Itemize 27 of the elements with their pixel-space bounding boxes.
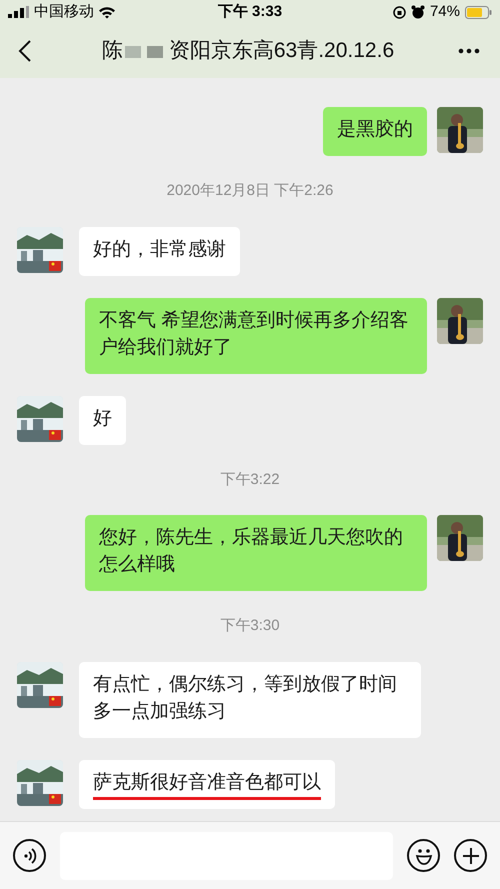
- signal-icon: [8, 6, 30, 18]
- smiley-icon: [414, 846, 434, 864]
- message-text: 好: [93, 406, 112, 430]
- emoji-button[interactable]: [407, 839, 440, 872]
- timestamp: 下午3:22: [220, 470, 280, 490]
- battery-percent: 74%: [430, 2, 460, 22]
- message-text: 萨克斯很好音准音色都可以: [93, 768, 321, 800]
- carrier-name: 中国移动: [34, 2, 94, 22]
- message-text: 有点忙，偶尔练习，等到放假了时间多一点加强练习: [93, 672, 398, 724]
- timestamp: 下午3:30: [220, 616, 280, 636]
- wifi-icon: [98, 6, 116, 18]
- message-text: 好的，非常感谢: [93, 238, 226, 262]
- timestamp: 2020年12月8日 下午2:26: [166, 181, 334, 201]
- message-text: 是黑胶的: [337, 118, 413, 142]
- back-icon: [18, 39, 32, 63]
- voice-icon: [22, 848, 36, 864]
- chat-title: 陈: [102, 38, 123, 64]
- plus-icon: [462, 846, 480, 864]
- orientation-lock-icon: [392, 6, 406, 18]
- chat-title: 资阳京东高63青.20.12.6: [168, 38, 394, 64]
- add-button[interactable]: [454, 839, 487, 872]
- status-time: 下午 3:33: [218, 2, 282, 22]
- more-icon: [458, 48, 480, 54]
- message-text: 您好，陈先生，乐器最近几天您吹的怎么样哦: [99, 526, 404, 577]
- battery-icon: [464, 6, 492, 18]
- voice-button[interactable]: [13, 839, 46, 872]
- message-text: 不客气 希望您满意到时候再多介绍客户给我们就好了: [99, 308, 410, 360]
